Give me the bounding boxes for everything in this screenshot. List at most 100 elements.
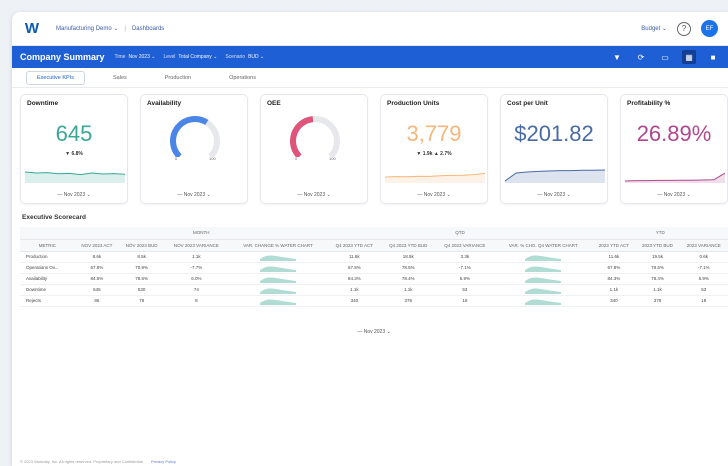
- water-chart: [260, 265, 297, 272]
- kpi-date-selector[interactable]: — Nov 2023 ⌄: [141, 192, 247, 198]
- filter-level[interactable]: Level Total Company ⌄: [163, 54, 217, 60]
- kpi-date-selector[interactable]: — Nov 2023 ⌄: [501, 192, 607, 198]
- table-cell: 67.8%: [592, 262, 636, 274]
- water-chart-area: [260, 298, 297, 305]
- water-chart-area: [260, 276, 297, 283]
- kpi-card-cost-per-unit[interactable]: Cost per Unit — Nov 2023 ⌄ $201.82: [500, 94, 608, 204]
- kpi-gauge: [170, 116, 220, 157]
- kpi-date-selector[interactable]: — Nov 2023 ⌄: [261, 192, 367, 198]
- column-header[interactable]: NOV 2023 BUD: [119, 239, 165, 252]
- group-month: MONTH: [74, 227, 328, 240]
- table-cell: 67.8%: [74, 262, 120, 274]
- group-empty: [20, 227, 75, 240]
- kpi-card-availability[interactable]: Availability — Nov 2023 ⌄ 0 100: [140, 94, 248, 204]
- sparkline-line: [625, 172, 725, 182]
- tab-production[interactable]: Production: [155, 72, 201, 84]
- scorecard-body: Production 8.6k 8.5k 1.1k 11.6k 18.5k 3.3k 11.6…: [20, 251, 728, 307]
- kpi-card-downtime[interactable]: Downtime — Nov 2023 ⌄ 645 ▼ 6.8%: [20, 94, 128, 204]
- table-cell: 78.4%: [635, 273, 680, 285]
- table-cell: 1.1k: [592, 284, 636, 296]
- kpi-date-selector[interactable]: — Nov 2023 ⌄: [381, 192, 487, 198]
- table-row[interactable]: Availability 84.5% 78.5% 6.0% 84.3% 78.4% 5.9%…: [20, 273, 728, 285]
- filter-time[interactable]: Time Nov 2023 ⌄: [115, 54, 156, 60]
- table-row[interactable]: Rejects 86 78 8 340 378 18 340 378 18: [20, 295, 728, 307]
- column-header[interactable]: NOV 2023 VARIANCE: [164, 239, 229, 252]
- group-qtd: QTD: [327, 227, 593, 240]
- scorecard-table-wrap: MONTH QTD YTD METRIC NOV 2023 ACT NOV 2023…: [20, 227, 728, 335]
- kpi-date-selector[interactable]: — Nov 2023 ⌄: [21, 192, 127, 198]
- tab-sales[interactable]: Sales: [103, 72, 137, 84]
- help-icon[interactable]: ?: [677, 21, 691, 36]
- tab-operations[interactable]: Operations: [219, 72, 266, 84]
- column-header[interactable]: METRIC: [20, 239, 75, 252]
- column-header[interactable]: Q4 2023 YTD BUD: [381, 239, 436, 252]
- table-cell: 6.0%: [164, 273, 229, 285]
- filter-time-value: Nov 2023 ⌄: [128, 54, 156, 60]
- table-cell: -7.1%: [679, 262, 728, 274]
- table-cell: 86: [74, 295, 120, 307]
- table-cell: 0.6k: [679, 251, 728, 263]
- tab-strip: Executive KPIs Sales Production Operatio…: [12, 68, 728, 88]
- kpi-value: 645: [55, 121, 93, 146]
- gauge-max-label: 100: [209, 156, 216, 161]
- column-header[interactable]: VAR. CHANGE % WATER CHART: [228, 239, 328, 252]
- table-cell: 18: [679, 295, 728, 307]
- breadcrumb-workspace[interactable]: Manufacturing Demo ⌄: [56, 25, 118, 32]
- water-chart-area: [260, 265, 297, 272]
- water-chart-cell: [228, 284, 328, 296]
- kpi-date-selector[interactable]: — Nov 2023 ⌄: [621, 192, 727, 198]
- avatar[interactable]: EF: [701, 20, 718, 37]
- sparkline-area: [505, 170, 605, 183]
- table-row[interactable]: Operations Ov... 67.8% 70.9% -7.7% 67.8% 78.5…: [20, 262, 728, 274]
- budget-dropdown[interactable]: Budget ⌄: [641, 25, 667, 32]
- legal-text: © 2023 Workday, Inc. All rights reserved…: [20, 459, 144, 464]
- water-chart: [260, 287, 297, 294]
- workday-logo[interactable]: W: [22, 19, 42, 39]
- table-cell: 84.5%: [74, 273, 120, 285]
- water-chart-area: [525, 287, 562, 294]
- water-chart: [525, 287, 562, 294]
- table-cell: 19.5k: [635, 251, 680, 263]
- refresh-icon[interactable]: ⟳: [634, 50, 648, 64]
- table-cell: 5.9%: [679, 273, 728, 285]
- water-chart-area: [525, 298, 562, 305]
- table-row[interactable]: Production 8.6k 8.5k 1.1k 11.6k 18.5k 3.3k 11.6…: [20, 251, 728, 263]
- kpi-title: Profitability %: [627, 100, 671, 107]
- table-cell: 530: [119, 284, 165, 296]
- column-header[interactable]: Q4 2023 VARIANCE: [435, 239, 495, 252]
- kpi-card-production-units[interactable]: Production Units — Nov 2023 ⌄ 3,779 ▼ 1.9k…: [380, 94, 488, 204]
- table-cell: 8.6k: [74, 251, 120, 263]
- camera-icon[interactable]: ■: [706, 50, 720, 64]
- filter-scenario[interactable]: Scenario BUD ⌄: [225, 54, 264, 60]
- column-header[interactable]: VAR. % CHG. Q4 WATER CHART: [494, 239, 593, 252]
- kpi-title: Production Units: [387, 100, 440, 107]
- table-cell: 1.1k: [327, 284, 382, 296]
- column-header[interactable]: Q4 2023 YTD ACT: [327, 239, 382, 252]
- top-right-controls: Budget ⌄ ? EF: [641, 20, 718, 37]
- kpi-card-oee[interactable]: OEE — Nov 2023 ⌄ 0 100: [260, 94, 368, 204]
- column-header[interactable]: 2023 YTD BUD: [635, 239, 680, 252]
- table-cell: -7.7%: [164, 262, 229, 274]
- column-header[interactable]: 2023 YTD ACT: [592, 239, 636, 252]
- filter-level-label: Level: [163, 54, 176, 60]
- water-chart-cell: [494, 284, 593, 296]
- legal-footer: © 2023 Workday, Inc. All rights reserved…: [20, 459, 176, 464]
- kpi-title: OEE: [267, 100, 281, 107]
- column-header[interactable]: NOV 2023 ACT: [74, 239, 120, 252]
- table-row[interactable]: Downtime 645 530 74 1.1k 1.1k 53 1.1k 1.1k 53: [20, 284, 728, 296]
- table-cell: 340: [327, 295, 382, 307]
- filter-icon[interactable]: ▼: [610, 50, 624, 64]
- export-icon[interactable]: ▭: [658, 50, 672, 64]
- column-header[interactable]: 2023 VARIANCE: [679, 239, 728, 252]
- top-bar: W Manufacturing Demo ⌄ | Dashboards Budg…: [12, 12, 728, 46]
- tab-executive-kpis[interactable]: Executive KPIs: [26, 70, 85, 85]
- gauge-fill: [170, 116, 209, 157]
- grid-view-icon[interactable]: ▦: [682, 50, 696, 64]
- table-cell: 8: [164, 295, 229, 307]
- table-cell: 3.3k: [435, 251, 495, 263]
- scorecard-date-selector[interactable]: — Nov 2023 ⌄: [20, 329, 728, 335]
- kpi-card-profitability[interactable]: Profitability % — Nov 2023 ⌄ 26.89%: [620, 94, 728, 204]
- privacy-link[interactable]: Privacy Policy: [151, 459, 176, 464]
- breadcrumb-dashboards[interactable]: Dashboards: [132, 26, 164, 32]
- table-cell: 5.9%: [435, 273, 495, 285]
